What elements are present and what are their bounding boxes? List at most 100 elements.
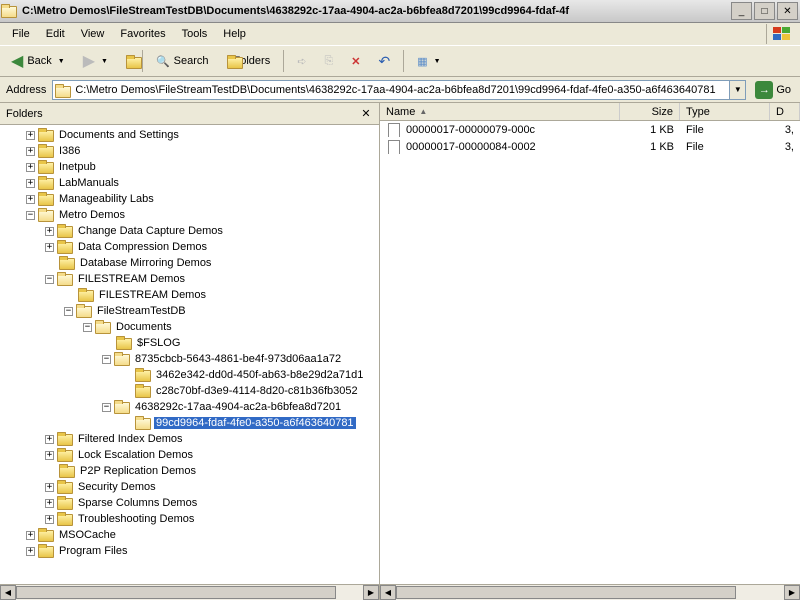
tree-item[interactable]: Security Demos bbox=[76, 481, 158, 493]
go-button[interactable]: → Go bbox=[750, 79, 796, 101]
tree-item[interactable]: Database Mirroring Demos bbox=[78, 257, 213, 269]
views-icon: ▦ bbox=[417, 55, 427, 68]
expander-minus-icon[interactable]: − bbox=[45, 275, 54, 284]
scroll-track[interactable] bbox=[16, 585, 363, 600]
tree-item[interactable]: $FSLOG bbox=[135, 337, 182, 349]
tree-item[interactable]: Lock Escalation Demos bbox=[76, 449, 195, 461]
column-type[interactable]: Type bbox=[680, 103, 770, 120]
expander-plus-icon[interactable]: + bbox=[45, 515, 54, 524]
expander-minus-icon[interactable]: − bbox=[26, 211, 35, 220]
folders-button[interactable]: Folders bbox=[220, 52, 278, 70]
up-button[interactable] bbox=[119, 52, 136, 70]
expander-plus-icon[interactable]: + bbox=[45, 483, 54, 492]
column-name[interactable]: Name ▲ bbox=[380, 103, 620, 120]
scroll-right-button[interactable]: ▶ bbox=[363, 585, 379, 600]
expander-plus-icon[interactable]: + bbox=[26, 131, 35, 140]
menu-file[interactable]: File bbox=[4, 26, 38, 42]
expander-minus-icon[interactable]: − bbox=[102, 355, 111, 364]
maximize-button[interactable]: □ bbox=[754, 2, 775, 20]
tree-item[interactable]: Metro Demos bbox=[57, 209, 127, 221]
expander-plus-icon[interactable]: + bbox=[26, 531, 35, 540]
expander-plus-icon[interactable]: + bbox=[26, 195, 35, 204]
expander-plus-icon[interactable]: + bbox=[45, 227, 54, 236]
folder-tree[interactable]: + Documents and Settings + I386 + Inetpub +… bbox=[0, 125, 379, 584]
tree-item[interactable]: 4638292c-17aa-4904-ac2a-b6bfea8d7201 bbox=[133, 401, 343, 413]
tree-item[interactable]: Documents bbox=[114, 321, 174, 333]
expander-plus-icon[interactable]: + bbox=[26, 179, 35, 188]
tree-item[interactable]: Documents and Settings bbox=[57, 129, 181, 141]
back-button[interactable]: ◀ Back ▼ bbox=[4, 48, 72, 74]
tree-item[interactable]: I386 bbox=[57, 145, 82, 157]
folder-open-icon bbox=[55, 84, 71, 96]
folder-icon bbox=[38, 544, 54, 558]
expander-plus-icon[interactable]: + bbox=[26, 547, 35, 556]
column-size[interactable]: Size bbox=[620, 103, 680, 120]
column-date[interactable]: D bbox=[770, 103, 800, 120]
horizontal-scrollbar[interactable]: ◀ ▶ bbox=[380, 584, 800, 600]
tree-item[interactable]: 3462e342-dd0d-450f-ab63-b8e29d2a71d1 bbox=[154, 369, 365, 381]
views-button[interactable]: ▦ ▼ bbox=[410, 52, 447, 71]
tree-item[interactable]: MSOCache bbox=[57, 529, 118, 541]
file-icon bbox=[386, 140, 402, 154]
tree-item[interactable]: Data Compression Demos bbox=[76, 241, 209, 253]
tree-item[interactable]: P2P Replication Demos bbox=[78, 465, 198, 477]
tree-item[interactable]: Program Files bbox=[57, 545, 129, 557]
address-dropdown[interactable]: ▼ bbox=[729, 81, 745, 99]
folder-open-icon bbox=[38, 208, 54, 222]
tree-item[interactable]: Troubleshooting Demos bbox=[76, 513, 196, 525]
tree-item[interactable]: FileStreamTestDB bbox=[95, 305, 188, 317]
folder-open-icon bbox=[135, 416, 151, 430]
close-button[interactable]: ✕ bbox=[777, 2, 798, 20]
expander-minus-icon[interactable]: − bbox=[64, 307, 73, 316]
separator bbox=[283, 50, 284, 72]
expander-plus-icon[interactable]: + bbox=[45, 435, 54, 444]
tree-item[interactable]: FILESTREAM Demos bbox=[76, 273, 187, 285]
address-combo[interactable]: ▼ bbox=[52, 80, 746, 100]
scroll-left-button[interactable]: ◀ bbox=[380, 585, 396, 600]
list-item[interactable]: 00000017-00000079-000c 1 KB File 3, bbox=[380, 121, 800, 138]
minimize-button[interactable]: _ bbox=[731, 2, 752, 20]
undo-icon: ↶ bbox=[378, 53, 390, 70]
undo-button[interactable]: ↶ bbox=[371, 50, 397, 73]
list-item[interactable]: 00000017-00000084-0002 1 KB File 3, bbox=[380, 138, 800, 155]
expander-plus-icon[interactable]: + bbox=[26, 147, 35, 156]
tree-item[interactable]: c28c70bf-d3e9-4114-8d20-c81b36fb3052 bbox=[154, 385, 360, 397]
folder-icon bbox=[38, 160, 54, 174]
delete-button[interactable]: ✕ bbox=[344, 52, 367, 71]
horizontal-scrollbar[interactable]: ◀ ▶ bbox=[0, 584, 379, 600]
expander-plus-icon[interactable]: + bbox=[45, 499, 54, 508]
tree-item[interactable]: Sparse Columns Demos bbox=[76, 497, 199, 509]
scroll-left-button[interactable]: ◀ bbox=[0, 585, 16, 600]
tree-item[interactable]: FILESTREAM Demos bbox=[97, 289, 208, 301]
copy-to-button[interactable]: ⎘ bbox=[317, 52, 340, 71]
menu-edit[interactable]: Edit bbox=[38, 26, 73, 42]
expander-plus-icon[interactable]: + bbox=[45, 243, 54, 252]
expander-plus-icon[interactable]: + bbox=[45, 451, 54, 460]
expander-minus-icon[interactable]: − bbox=[83, 323, 92, 332]
scroll-thumb[interactable] bbox=[396, 586, 736, 599]
go-icon: → bbox=[755, 81, 773, 99]
menu-view[interactable]: View bbox=[73, 26, 113, 42]
forward-button[interactable]: ▶ ▼ bbox=[76, 48, 115, 74]
scroll-right-button[interactable]: ▶ bbox=[784, 585, 800, 600]
tree-item[interactable]: 8735cbcb-5643-4861-be4f-973d06aa1a72 bbox=[133, 353, 343, 365]
address-input[interactable] bbox=[73, 81, 729, 99]
menu-favorites[interactable]: Favorites bbox=[112, 26, 173, 42]
expander-minus-icon[interactable]: − bbox=[102, 403, 111, 412]
tree-item[interactable]: LabManuals bbox=[57, 177, 121, 189]
move-to-button[interactable]: ➪ bbox=[290, 52, 313, 71]
scroll-track[interactable] bbox=[396, 585, 784, 600]
scroll-thumb[interactable] bbox=[16, 586, 336, 599]
search-button[interactable]: 🔍 Search bbox=[149, 52, 216, 71]
list-body[interactable]: 00000017-00000079-000c 1 KB File 3, 0000… bbox=[380, 121, 800, 584]
tree-item[interactable]: Inetpub bbox=[57, 161, 98, 173]
menu-tools[interactable]: Tools bbox=[174, 26, 216, 42]
menu-help[interactable]: Help bbox=[215, 26, 254, 42]
tree-item-selected[interactable]: 99cd9964-fdaf-4fe0-a350-a6f463640781 bbox=[154, 417, 356, 429]
tree-item[interactable]: Manageability Labs bbox=[57, 193, 156, 205]
tree-item[interactable]: Filtered Index Demos bbox=[76, 433, 185, 445]
tree-item[interactable]: Change Data Capture Demos bbox=[76, 225, 225, 237]
expander-plus-icon[interactable]: + bbox=[26, 163, 35, 172]
chevron-down-icon: ▼ bbox=[101, 58, 108, 65]
folders-pane-close[interactable]: ✕ bbox=[359, 107, 373, 121]
